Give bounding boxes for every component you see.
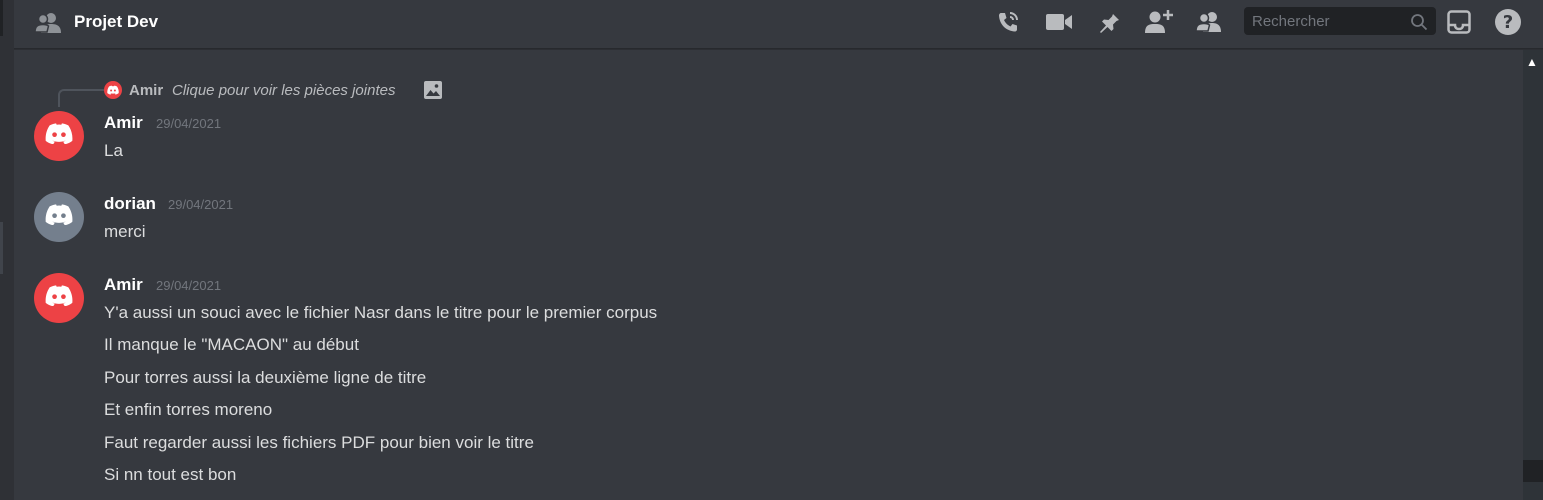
add-friend-button[interactable]	[1144, 9, 1174, 40]
scrollbar-thumb[interactable]	[1523, 460, 1543, 482]
left-panel-divider	[0, 0, 3, 36]
reply-avatar[interactable]	[104, 81, 122, 99]
message-text: Faut regarder aussi les fichiers PDF pou…	[104, 433, 534, 452]
inbox-button[interactable]	[1445, 9, 1473, 40]
pinned-messages-button[interactable]	[1095, 10, 1123, 38]
discord-logo-icon	[45, 204, 73, 230]
message-text: Il manque le "MACAON" au début	[104, 335, 359, 354]
avatar[interactable]	[34, 192, 84, 242]
message-author[interactable]: Amir	[104, 275, 143, 295]
left-panel-edge	[0, 0, 14, 500]
message-timestamp[interactable]: 29/04/2021	[168, 197, 233, 212]
reply-connector	[58, 89, 104, 107]
message-text: merci	[104, 222, 146, 241]
reply-author[interactable]: Amir	[129, 82, 163, 99]
search-icon	[1410, 13, 1428, 36]
discord-logo-icon	[45, 123, 73, 149]
svg-text:?: ?	[1503, 12, 1513, 33]
pin-icon	[1097, 10, 1121, 39]
message-timestamp[interactable]: 29/04/2021	[156, 278, 221, 293]
avatar[interactable]	[34, 273, 84, 323]
message-text: Si nn tout est bon	[104, 465, 237, 484]
message-text: Et enfin torres moreno	[104, 400, 273, 419]
video-icon	[1045, 11, 1073, 38]
channel-title: Projet Dev	[74, 12, 159, 31]
message-list: Amir Clique pour voir les pièces jointes…	[14, 50, 1520, 500]
image-icon	[424, 81, 442, 104]
add-friend-icon	[1144, 9, 1174, 40]
member-list-button[interactable]	[1195, 10, 1223, 38]
help-button[interactable]: ?	[1494, 8, 1522, 41]
group-dm-icon	[34, 11, 62, 35]
message-text: Pour torres aussi la deuxième ligne de t…	[104, 368, 427, 387]
reply-content[interactable]: Clique pour voir les pièces jointes	[172, 82, 395, 99]
message-author[interactable]: dorian	[104, 194, 156, 214]
message-author[interactable]: Amir	[104, 113, 143, 133]
scroll-up-arrow-icon[interactable]: ▲	[1526, 55, 1538, 69]
call-button[interactable]	[994, 10, 1022, 38]
scrollbar[interactable]	[1523, 50, 1543, 500]
channel-header: Projet Dev Rechercher ?	[14, 0, 1543, 49]
help-icon: ?	[1494, 8, 1522, 41]
inbox-icon	[1446, 9, 1472, 40]
search-input[interactable]	[1244, 12, 1402, 30]
avatar[interactable]	[34, 111, 84, 161]
search-bar[interactable]	[1244, 7, 1436, 35]
message-text: La	[104, 141, 123, 160]
members-icon	[1195, 10, 1223, 39]
left-panel-resize-handle[interactable]	[0, 222, 3, 274]
discord-logo-icon	[45, 285, 73, 311]
call-icon	[995, 9, 1021, 40]
video-call-button[interactable]	[1045, 10, 1073, 38]
message-text: Y'a aussi un souci avec le fichier Nasr …	[104, 303, 658, 322]
message-timestamp[interactable]: 29/04/2021	[156, 116, 221, 131]
